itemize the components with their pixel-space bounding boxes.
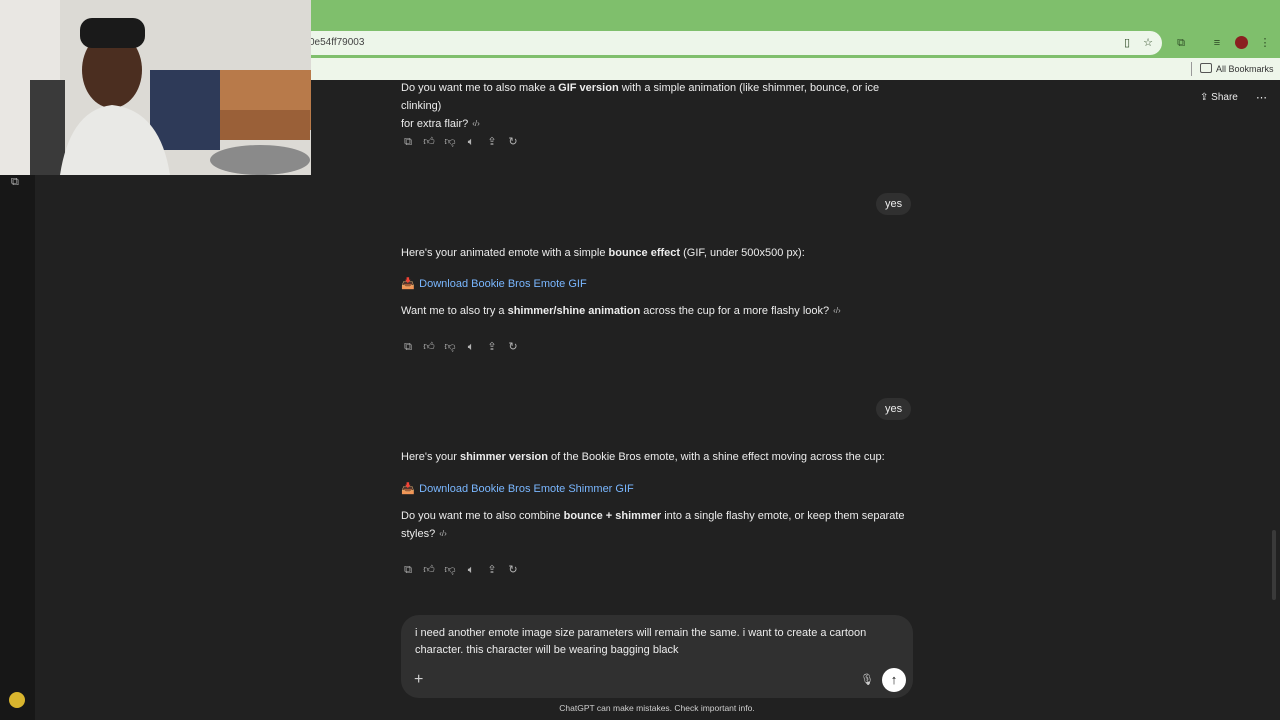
bookmarks-divider xyxy=(1191,62,1192,76)
share-icon[interactable]: ⇪ xyxy=(486,136,498,148)
all-bookmarks-link[interactable]: All Bookmarks xyxy=(1216,64,1274,74)
send-button[interactable]: ↑ xyxy=(882,668,906,692)
assistant-question: Want me to also try a shimmer/shine anim… xyxy=(401,302,921,320)
refresh-icon[interactable]: ↻ xyxy=(507,564,519,576)
url-text[interactable]: 0e54ff79003 xyxy=(309,37,364,48)
scrollbar[interactable] xyxy=(1272,530,1276,600)
thumbs-down-icon[interactable]: 👎︎ xyxy=(444,564,456,576)
refresh-icon[interactable]: ↻ xyxy=(507,136,519,148)
share-label: Share xyxy=(1211,92,1238,103)
download-link[interactable]: 📥 Download Bookie Bros Emote Shimmer GIF xyxy=(401,479,634,497)
speaker-icon[interactable]: 🔈︎ xyxy=(465,341,477,353)
profile-avatar[interactable] xyxy=(1235,36,1248,49)
copy-icon[interactable]: ⧉ xyxy=(402,136,414,148)
speaker-icon[interactable]: 🔈︎ xyxy=(465,136,477,148)
thumbs-up-icon[interactable]: 👍︎ xyxy=(423,564,435,576)
code-icon[interactable]: ‹/› xyxy=(833,302,841,320)
speaker-icon[interactable]: 🔈︎ xyxy=(465,564,477,576)
thumbs-down-icon[interactable]: 👎︎ xyxy=(444,136,456,148)
refresh-icon[interactable]: ↻ xyxy=(507,341,519,353)
share-button[interactable]: ⇪ Share xyxy=(1200,92,1238,103)
share-icon[interactable]: ⇪ xyxy=(486,341,498,353)
download-link[interactable]: 📥 Download Bookie Bros Emote GIF xyxy=(401,274,587,292)
webcam-overlay xyxy=(0,0,311,175)
copy-icon[interactable]: ⧉ xyxy=(402,341,414,353)
user-message: yes xyxy=(876,398,912,420)
bookmark-star-icon[interactable]: ☆ xyxy=(1141,36,1155,50)
assistant-message: Do you want me to also make a GIF versio… xyxy=(401,79,921,133)
extension-icon[interactable]: ⧉ xyxy=(1174,36,1188,50)
address-bar[interactable] xyxy=(300,31,1162,55)
download-emoji-icon: 📥 xyxy=(401,483,415,495)
folder-icon xyxy=(1200,63,1212,73)
copy-icon[interactable]: ⧉ xyxy=(402,564,414,576)
assistant-message: Here's your animated emote with a simple… xyxy=(401,247,805,259)
sidebar-toggle-icon[interactable]: ⧉ xyxy=(11,176,19,189)
thumbs-up-icon[interactable]: 👍︎ xyxy=(423,136,435,148)
message-actions: ⧉ 👍︎ 👎︎ 🔈︎ ⇪ ↻ xyxy=(402,341,519,353)
assistant-question: Do you want me to also combine bounce + … xyxy=(401,507,921,543)
prompt-input[interactable]: i need another emote image size paramete… xyxy=(415,625,895,659)
share-icon: ⇪ xyxy=(1200,92,1209,103)
reading-list-icon[interactable]: ≡ xyxy=(1210,36,1224,50)
code-icon[interactable]: ‹/› xyxy=(439,525,447,543)
user-message: yes xyxy=(876,193,912,215)
code-icon[interactable]: ‹/› xyxy=(472,115,480,133)
download-emoji-icon: 📥 xyxy=(401,278,415,290)
browser-menu-icon[interactable]: ⋮ xyxy=(1258,36,1272,50)
more-options-icon[interactable]: ⋯ xyxy=(1256,91,1267,104)
thumbs-down-icon[interactable]: 👎︎ xyxy=(444,341,456,353)
message-actions: ⧉ 👍︎ 👎︎ 🔈︎ ⇪ ↻ xyxy=(402,136,519,148)
share-icon[interactable]: ⇪ xyxy=(486,564,498,576)
plus-icon[interactable]: + xyxy=(414,671,423,689)
page-info-icon[interactable]: ▯ xyxy=(1120,36,1134,50)
assistant-message: Here's your shimmer version of the Booki… xyxy=(401,451,885,463)
message-actions: ⧉ 👍︎ 👎︎ 🔈︎ ⇪ ↻ xyxy=(402,564,519,576)
thumbs-up-icon[interactable]: 👍︎ xyxy=(423,341,435,353)
disclaimer-text: ChatGPT can make mistakes. Check importa… xyxy=(559,703,755,713)
microphone-icon[interactable]: 🎙︎ xyxy=(860,673,874,686)
